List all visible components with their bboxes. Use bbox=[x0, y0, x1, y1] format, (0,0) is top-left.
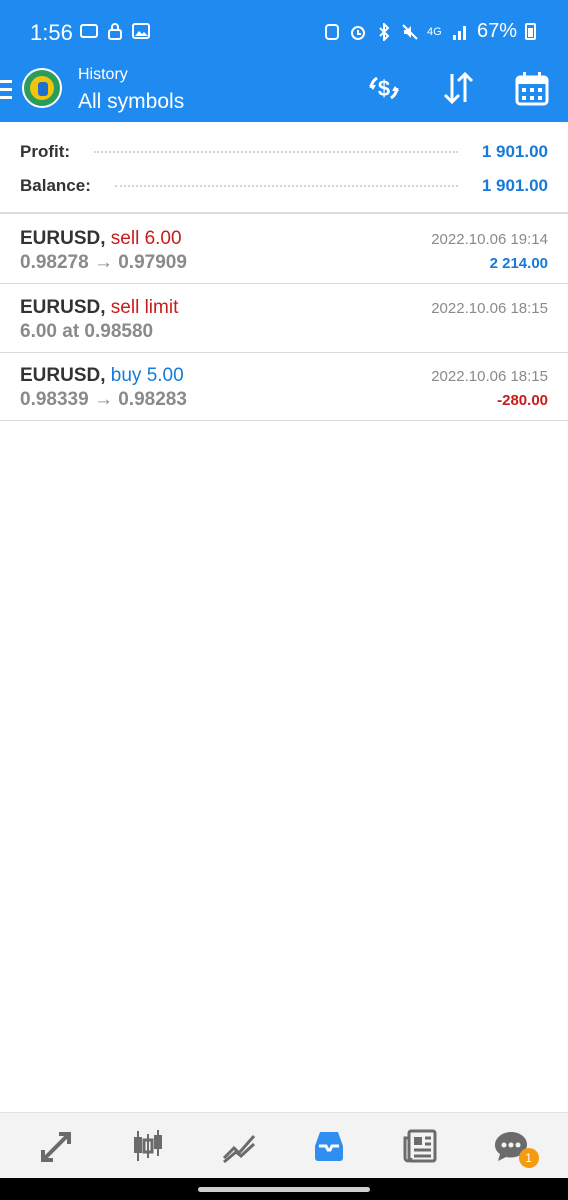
page-title[interactable]: All symbols bbox=[78, 90, 184, 114]
header-subtitle: History bbox=[78, 66, 128, 83]
balance-row: Balance: 1 901.00 bbox=[20, 174, 548, 198]
app-logo bbox=[22, 68, 62, 108]
currency-exchange-button[interactable]: $ bbox=[366, 70, 402, 106]
nav-quotes[interactable] bbox=[124, 1122, 172, 1170]
deal-prices: 6.00 at 0.98580 bbox=[20, 321, 154, 342]
nav-news[interactable] bbox=[396, 1122, 444, 1170]
battery-percent: 67% bbox=[476, 20, 517, 42]
status-left-icons bbox=[80, 22, 150, 40]
summary-panel: Profit: 1 901.00 Balance: 1 901.00 bbox=[0, 122, 568, 214]
news-icon bbox=[403, 1129, 437, 1162]
currency-exchange-icon: $ bbox=[369, 76, 399, 101]
deal-symbol: EURUSD, bbox=[20, 365, 106, 386]
menu-icon[interactable] bbox=[0, 80, 14, 100]
cast-icon bbox=[80, 24, 98, 38]
status-time: 1:56 bbox=[30, 20, 73, 45]
bluetooth-icon bbox=[379, 22, 390, 41]
balance-value: 1 901.00 bbox=[481, 176, 548, 195]
header-actions: $ bbox=[366, 70, 550, 106]
deal-symbol: EURUSD, bbox=[20, 297, 106, 318]
nav-chart[interactable] bbox=[215, 1122, 263, 1170]
sort-icon bbox=[443, 71, 474, 105]
profit-label: Profit: bbox=[20, 142, 71, 161]
nav-history[interactable] bbox=[305, 1122, 353, 1170]
bottom-nav: 1 bbox=[0, 1112, 568, 1178]
deal-header: EURUSD, buy 5.00 bbox=[20, 365, 184, 387]
recycle-icon bbox=[324, 23, 339, 40]
trade-icon bbox=[41, 1131, 72, 1162]
deal-row[interactable]: EURUSD, sell 6.00 0.98278 → 0.97909 2022… bbox=[0, 216, 568, 284]
profit-value: 1 901.00 bbox=[481, 142, 548, 161]
deal-time: 2022.10.06 18:15 bbox=[431, 300, 548, 317]
mute-icon bbox=[402, 23, 418, 40]
balance-label: Balance: bbox=[20, 176, 91, 195]
top-bar: 1:56 4G 67% History All symbols $ bbox=[0, 0, 568, 122]
deal-prices: 0.98339 → 0.98283 bbox=[20, 389, 187, 410]
nav-trade[interactable] bbox=[33, 1122, 81, 1170]
image-icon bbox=[132, 23, 150, 39]
calendar-button[interactable] bbox=[514, 70, 550, 106]
chat-badge: 1 bbox=[518, 1147, 539, 1168]
home-indicator[interactable] bbox=[198, 1187, 370, 1192]
svg-text:$: $ bbox=[378, 76, 390, 101]
status-bar: 1:56 4G 67% bbox=[0, 0, 568, 64]
quotes-icon bbox=[133, 1129, 162, 1161]
status-right-icons: 4G 67% bbox=[323, 20, 536, 43]
deal-header: EURUSD, sell 6.00 bbox=[20, 228, 182, 250]
lock-icon bbox=[108, 23, 122, 40]
deal-time: 2022.10.06 19:14 bbox=[431, 231, 548, 248]
deal-action: buy 5.00 bbox=[110, 365, 184, 386]
deal-action: sell 6.00 bbox=[110, 228, 182, 249]
deal-profit: -280.00 bbox=[497, 392, 548, 409]
profit-row: Profit: 1 901.00 bbox=[20, 140, 548, 164]
sort-button[interactable] bbox=[440, 70, 476, 106]
deal-time: 2022.10.06 18:15 bbox=[431, 368, 548, 385]
dotted-leader bbox=[94, 151, 458, 153]
alarm-icon bbox=[350, 25, 365, 40]
deal-profit: 2 214.00 bbox=[489, 255, 548, 272]
deal-row[interactable]: EURUSD, buy 5.00 0.98339 → 0.98283 2022.… bbox=[0, 353, 568, 421]
nav-chat[interactable]: 1 bbox=[487, 1122, 539, 1170]
deal-header: EURUSD, sell limit bbox=[20, 297, 178, 319]
signal-icon bbox=[452, 25, 466, 40]
deal-symbol: EURUSD, bbox=[20, 228, 106, 249]
gesture-bar bbox=[0, 1178, 568, 1200]
deal-prices: 0.98278 → 0.97909 bbox=[20, 252, 187, 273]
chart-icon bbox=[222, 1134, 255, 1163]
dotted-leader bbox=[114, 185, 458, 187]
history-icon bbox=[315, 1131, 344, 1161]
deal-action: sell limit bbox=[110, 297, 179, 318]
calendar-icon bbox=[515, 72, 549, 106]
deal-row[interactable]: EURUSD, sell limit 6.00 at 0.98580 2022.… bbox=[0, 285, 568, 353]
battery-icon bbox=[525, 23, 536, 40]
network-type: 4G bbox=[426, 25, 442, 38]
